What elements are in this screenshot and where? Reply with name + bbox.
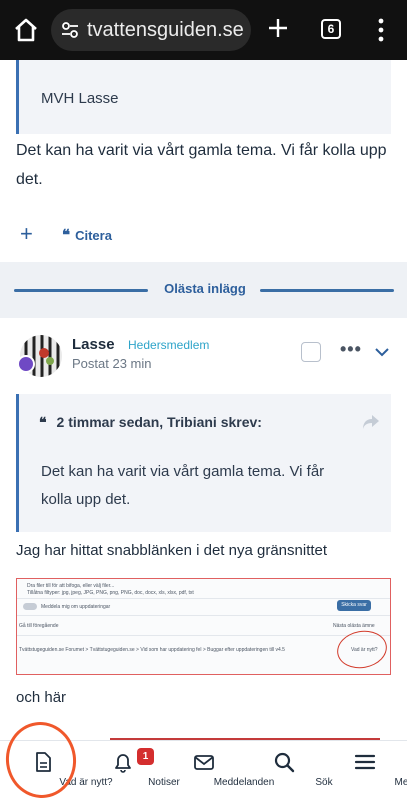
unread-label: Olästa inlägg [164,281,246,296]
divider-line [14,289,148,292]
bottom-navigation: Vad är nytt? 1 Notiser Meddelanden Sök M… [0,740,407,800]
post-timestamp[interactable]: Postat 23 min [72,356,152,371]
share-arrow-icon[interactable] [362,414,380,430]
quote-button-label: Citera [75,228,112,243]
post-actions: + ❝ Citera [0,220,407,250]
attachment-text: Dra filer till för att bifoga, eller väl… [27,583,115,589]
toggle-switch [23,603,37,610]
nav-messages[interactable]: Meddelanden [164,741,274,800]
post-body-line: det. [16,171,43,188]
hamburger-icon [354,754,376,770]
unread-divider: Olästa inlägg [0,262,407,318]
chevron-down-icon[interactable] [375,347,389,357]
url-text: tvattensguiden.se [87,19,244,41]
divider-line [260,289,394,292]
select-post-checkbox[interactable] [301,342,321,362]
attached-screenshot[interactable]: Dra filer till för att bifoga, eller väl… [16,578,391,675]
annotation-circle [334,626,390,673]
attachment-text: Gå till föregående [19,623,59,629]
search-icon [274,752,295,773]
post-body-line: Jag har hittat snabblänken i det nya grä… [16,542,328,559]
attachment-text: Meddela mig om uppdateringar [41,604,111,610]
quote-header: ❝ 2 timmar sedan, Tribiani skrev: [39,414,262,431]
address-bar[interactable]: tvattensguiden.se [51,9,251,51]
attachment-text: Tvättstugeguiden.se Forumet > Tvättstuge… [19,647,285,653]
nav-whats-new[interactable]: Vad är nytt? [0,741,113,800]
nav-search[interactable]: Sök [244,741,333,800]
user-title: Hedersmedlem [128,338,210,352]
nav-notifications[interactable]: 1 Notiser [82,741,180,800]
post-body-line: Det kan ha varit via vårt gamla tema. Vi… [16,142,387,159]
quote-text: MVH Lasse [41,90,119,107]
author-name[interactable]: Lasse [72,336,115,353]
document-icon [36,752,51,772]
multiquote-plus-icon[interactable]: + [20,223,33,245]
attachment-text: Nästa olästa ämne [333,623,375,629]
notification-badge: 1 [137,748,154,765]
divider [17,598,390,599]
member-badge-icon [17,355,35,373]
divider [17,635,390,636]
quote-line: Det kan ha varit via vårt gamla tema. Vi… [41,463,325,480]
quote-mark-icon: ❝ [39,415,47,431]
more-horiz-icon[interactable]: ••• [340,340,362,358]
browser-toolbar: tvattensguiden.se 6 [0,0,407,60]
more-vert-icon[interactable] [373,16,389,44]
home-icon[interactable] [12,16,40,44]
quote-mark-icon: ❝ [62,226,71,244]
post-body-line: och här [16,689,67,706]
quote-block: MVH Lasse [16,60,391,134]
quote-line: kolla upp det. [41,491,131,508]
attachment-text: Tillåtna filtyper: jpg, jpeg, JPG, PNG, … [27,590,194,596]
site-settings-icon[interactable] [61,21,79,39]
bell-icon [115,754,131,773]
quote-block: ❝ 2 timmar sedan, Tribiani skrev: Det kan… [16,394,391,532]
nav-menu[interactable]: Menu [324,741,407,800]
quote-author: 2 timmar sedan, Tribiani skrev: [56,414,262,430]
envelope-icon [194,755,214,770]
attachment-submit: Skicka svar [337,600,371,611]
divider [17,615,390,616]
quote-button[interactable]: ❝ Citera [62,226,112,244]
new-tab-icon[interactable] [266,16,290,40]
nav-label: Menu [394,777,407,788]
thread-page: MVH Lasse Det kan ha varit via vårt gaml… [0,60,407,740]
quote-body: Det kan ha varit via vårt gamla tema. Vi… [41,458,341,514]
tab-switcher-icon[interactable]: 6 [321,19,341,39]
